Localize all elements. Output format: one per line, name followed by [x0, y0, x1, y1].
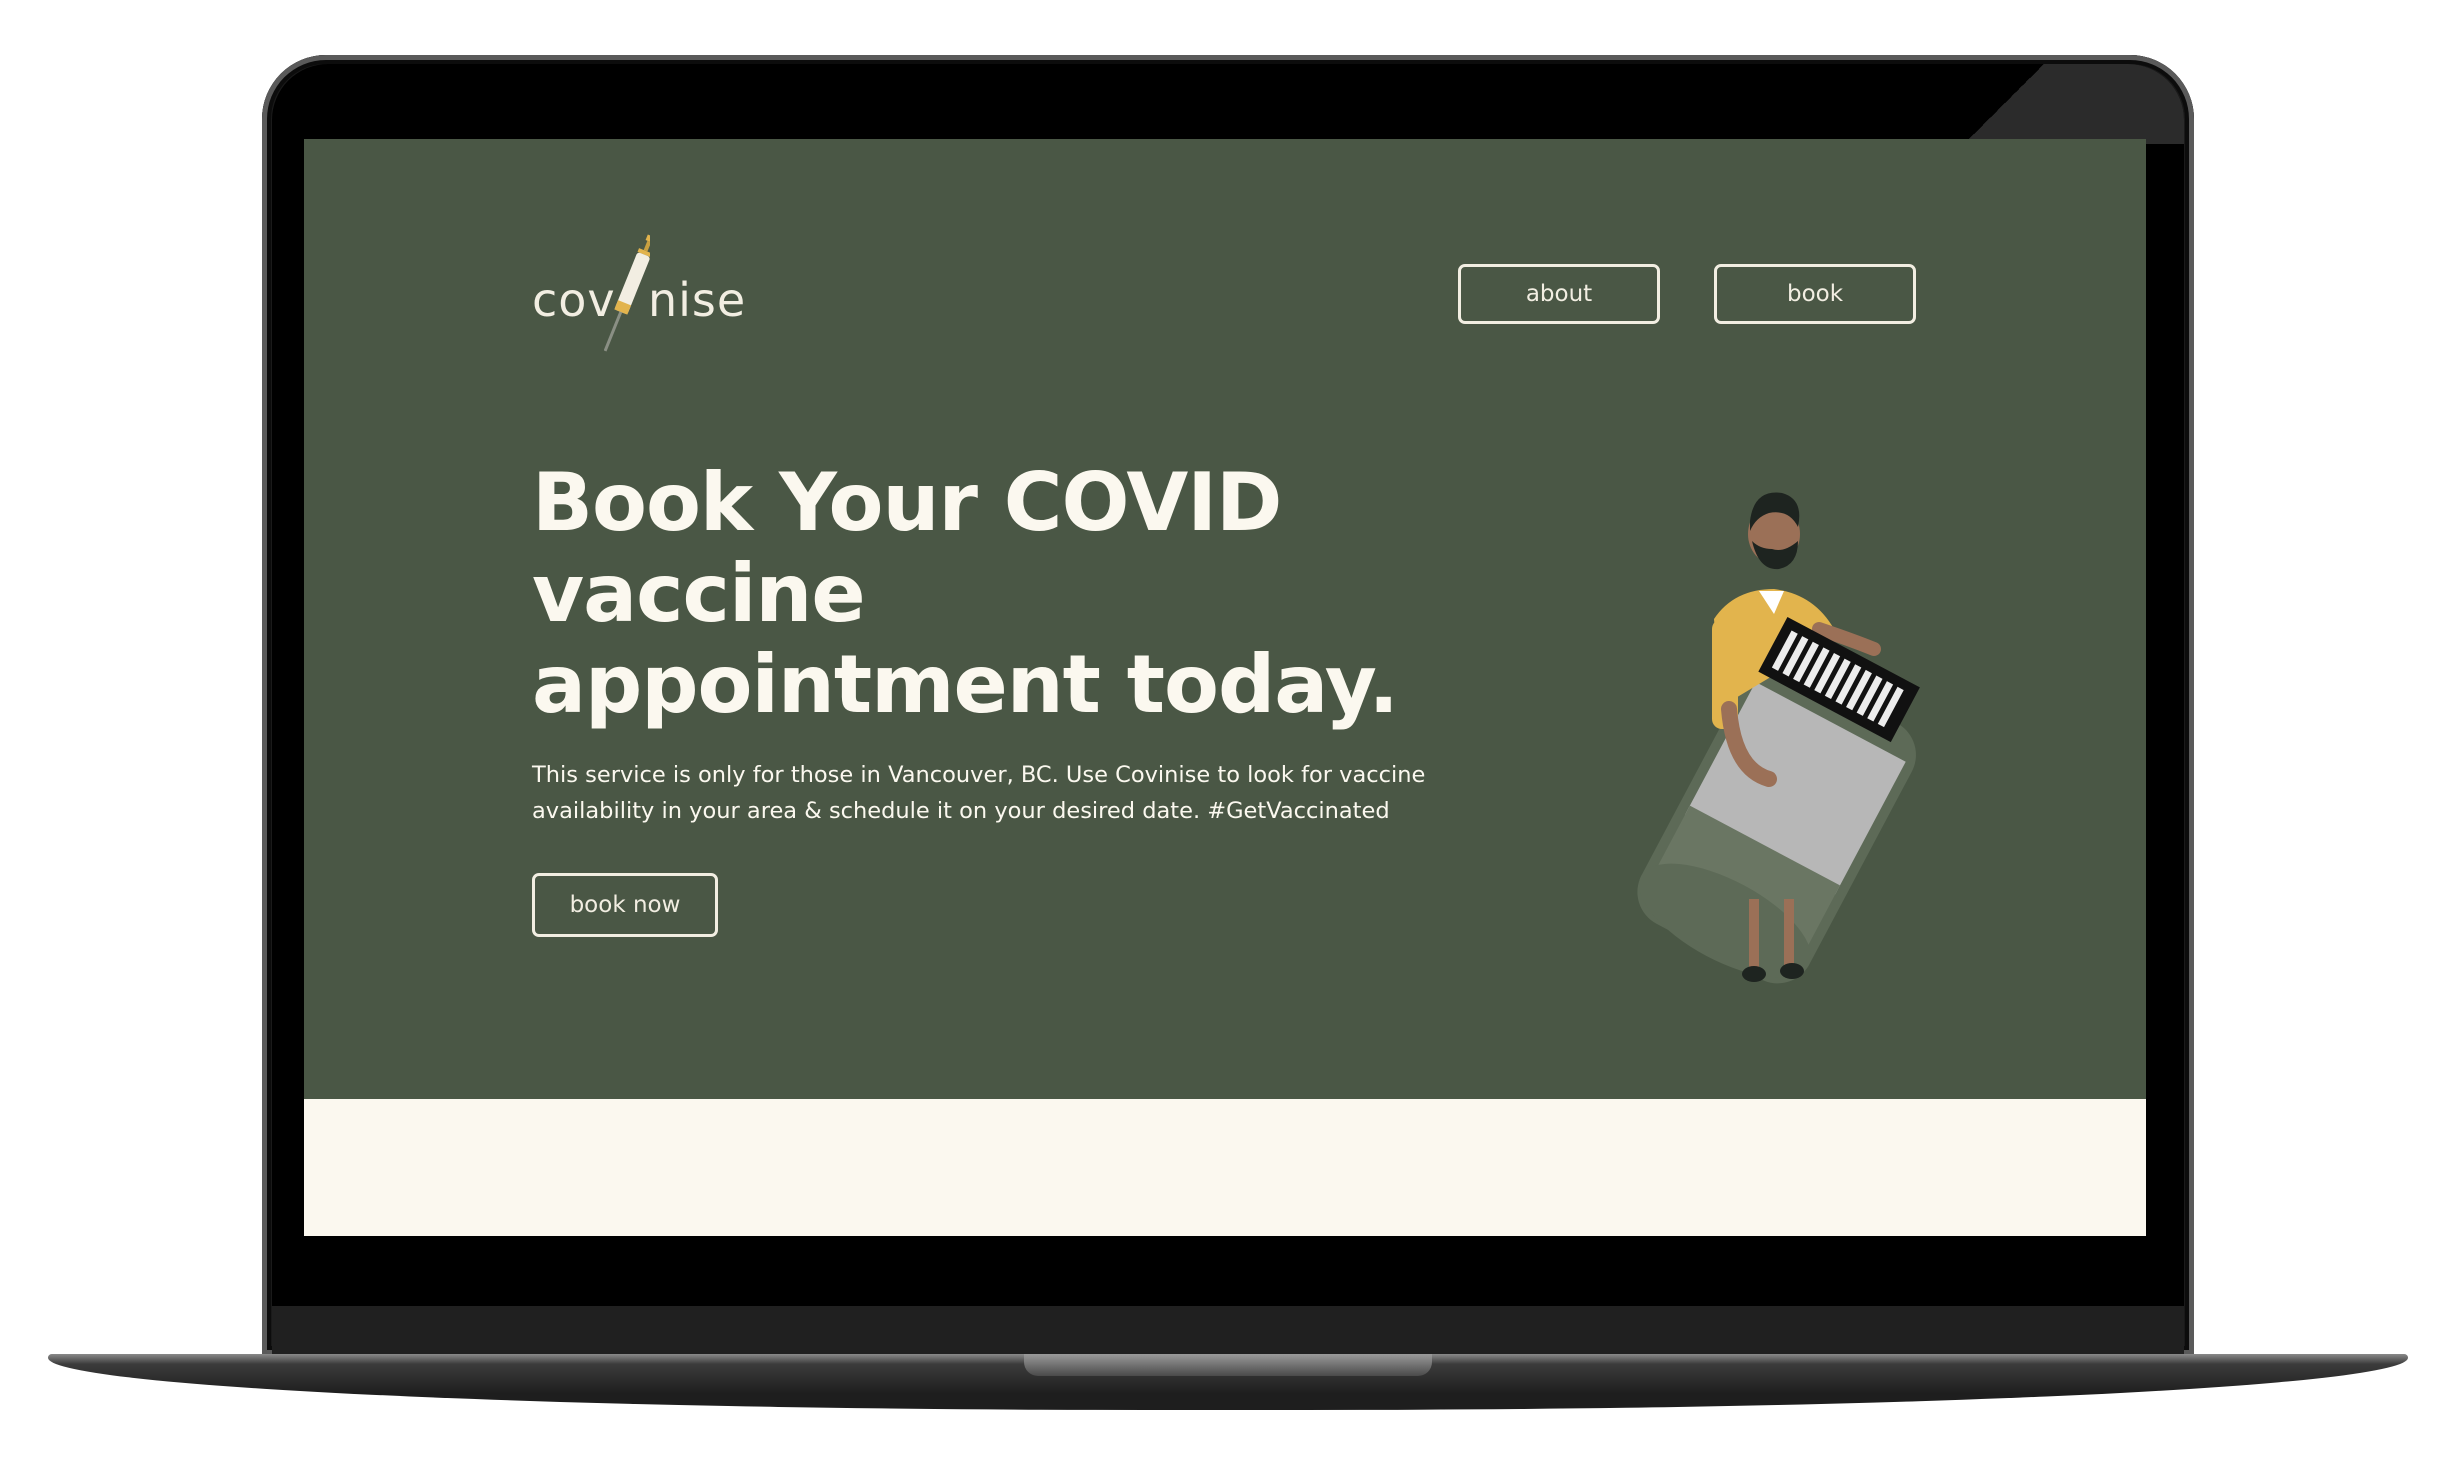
syringe-icon: [604, 234, 650, 352]
next-section: [304, 1099, 2146, 1236]
bezel-glare: [1824, 64, 2184, 144]
hero-description: This service is only for those in Vancou…: [532, 762, 1426, 824]
man-holding-vaccine-vial-illustration: [1637, 492, 1920, 984]
site-logo[interactable]: cov nise: [532, 229, 752, 359]
laptop-hinge-notch: [1024, 1354, 1432, 1376]
browser-screen: cov nise about book Book Your COVID vacc…: [304, 139, 2146, 1236]
bezel-chin: [272, 1306, 2184, 1354]
nav-book-button[interactable]: book: [1714, 264, 1916, 324]
logo-text-right: nise: [648, 273, 747, 327]
book-now-button[interactable]: book now: [532, 873, 718, 937]
nav-about-button[interactable]: about: [1458, 264, 1660, 324]
hero-title: Book Your COVID vaccine appointment toda…: [532, 456, 1399, 731]
hero-section: cov nise about book Book Your COVID vacc…: [304, 139, 2146, 1099]
